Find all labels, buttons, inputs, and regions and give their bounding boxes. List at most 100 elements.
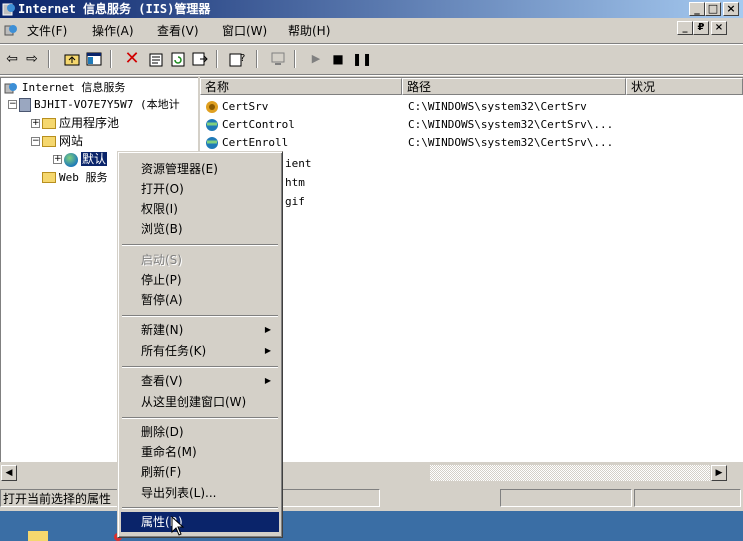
expand-toggle[interactable]: + (31, 119, 40, 128)
maximize-button[interactable]: □ (705, 2, 721, 16)
menu-item-export-list[interactable]: 导出列表(L)... (121, 483, 279, 503)
back-arrow-icon[interactable]: ⇦ (2, 49, 22, 69)
scroll-left-button[interactable]: ◀ (1, 465, 17, 481)
toolbar: ⇦ ⇨ ✕ ? ▶ ■ ❚❚ (0, 45, 743, 73)
menu-separator (122, 315, 278, 317)
toolbar-separator (110, 50, 112, 68)
folder-icon (42, 172, 56, 183)
toolbar-separator (216, 50, 218, 68)
folder-open-icon (42, 136, 56, 147)
scroll-right-button[interactable]: ▶ (711, 465, 727, 481)
toolbar-separator (48, 50, 50, 68)
menu-item-view[interactable]: 查看(V) ▶ (121, 371, 279, 391)
tree-server-node[interactable]: − BJHIT-VO7E7Y5W7 (本地计 (8, 96, 180, 112)
column-header-status[interactable]: 状况 (626, 78, 743, 95)
close-button[interactable]: × (723, 2, 739, 16)
mouse-cursor-icon (171, 516, 185, 536)
tree-web-service-label: Web 服务 (59, 171, 108, 184)
tree-root[interactable]: Internet 信息服务 (4, 79, 125, 95)
menu-item-pause[interactable]: 暂停(A) (121, 290, 279, 310)
list-item-partial[interactable]: ient (285, 155, 312, 173)
menu-file[interactable]: 文件(F) (27, 23, 67, 39)
menu-item-new[interactable]: 新建(N) ▶ (121, 320, 279, 340)
menu-separator (122, 366, 278, 368)
list-item[interactable]: CertEnroll (204, 134, 288, 152)
menu-item-delete[interactable]: 删除(D) (121, 422, 279, 442)
collapse-toggle[interactable]: − (8, 100, 17, 109)
menu-bar: 文件(F) 操作(A) 查看(V) 窗口(W) 帮助(H) _ ₽ × (0, 19, 743, 43)
iis-app-icon (2, 3, 15, 16)
computer-icon[interactable] (268, 49, 288, 69)
website-globe-icon (64, 152, 78, 167)
mdi-restore-button[interactable]: ₽ (693, 21, 709, 35)
menu-item-properties[interactable]: 属性(R) (121, 512, 279, 532)
list-item[interactable]: CertSrv (204, 98, 268, 116)
menu-item-rename[interactable]: 重命名(M) (121, 442, 279, 462)
stop-icon[interactable]: ■ (328, 49, 348, 69)
menu-item-browse[interactable]: 浏览(B) (121, 219, 279, 239)
tree-app-pools-label: 应用程序池 (59, 116, 120, 130)
expand-toggle[interactable]: + (53, 155, 62, 164)
tree-websites[interactable]: − 网站 (31, 133, 83, 149)
menu-view[interactable]: 查看(V) (157, 23, 199, 39)
column-header-path[interactable]: 路径 (402, 78, 626, 95)
status-bar: 打开当前选择的属性 (0, 487, 743, 509)
globe-folder-icon (206, 137, 218, 149)
menu-window[interactable]: 窗口(W) (222, 23, 267, 39)
help-icon[interactable]: ? (228, 49, 248, 69)
export-icon[interactable] (190, 49, 210, 69)
pause-icon[interactable]: ❚❚ (352, 49, 372, 69)
play-icon[interactable]: ▶ (306, 49, 326, 69)
mdi-close-button[interactable]: × (711, 21, 727, 35)
iis-icon (4, 82, 17, 93)
tree-websites-label: 网站 (59, 134, 84, 148)
menu-item-explore[interactable]: 资源管理器(E) (121, 159, 279, 179)
menu-separator (122, 417, 278, 419)
menu-item-permissions[interactable]: 权限(I) (121, 199, 279, 219)
menu-separator (122, 244, 278, 246)
mdi-minimize-button[interactable]: _ (677, 21, 693, 35)
delete-x-icon[interactable]: ✕ (122, 49, 142, 69)
iis-manager-window: Internet 信息服务 (IIS)管理器 _ □ × 文件(F) 操作(A)… (0, 0, 743, 541)
horizontal-scrollbar[interactable]: ◀ ▶ (0, 465, 743, 483)
svg-text:?: ? (240, 53, 245, 64)
menu-item-all-tasks[interactable]: 所有任务(K) ▶ (121, 341, 279, 361)
app-icon (206, 101, 218, 113)
forward-arrow-icon[interactable]: ⇨ (22, 49, 42, 69)
tree-app-pools[interactable]: + 应用程序池 (31, 115, 119, 131)
desktop-background (0, 511, 743, 541)
status-panel-3 (634, 489, 741, 507)
tree-default-site[interactable]: + 默认 (53, 151, 108, 167)
column-header-name[interactable]: 名称 (200, 78, 402, 95)
refresh-icon[interactable] (168, 49, 188, 69)
up-folder-icon[interactable] (62, 49, 82, 69)
globe-folder-icon (206, 119, 218, 131)
menu-action[interactable]: 操作(A) (92, 23, 134, 39)
submenu-arrow-icon: ▶ (264, 346, 271, 355)
menu-item-new-window[interactable]: 从这里创建窗口(W) (121, 392, 279, 412)
collapse-toggle[interactable]: − (31, 137, 40, 146)
list-item-partial[interactable]: gif (285, 193, 305, 211)
menu-separator (122, 507, 278, 509)
title-bar[interactable]: Internet 信息服务 (IIS)管理器 _ □ × (0, 0, 743, 18)
tree-server-label: BJHIT-VO7E7Y5W7 (本地计 (34, 98, 180, 111)
properties-icon[interactable] (146, 49, 166, 69)
list-item-partial[interactable]: htm (285, 174, 305, 192)
tree-web-service[interactable]: Web 服务 (31, 169, 108, 185)
show-tree-icon[interactable] (84, 49, 104, 69)
toolbar-divider (0, 74, 743, 76)
server-icon (19, 97, 31, 112)
scroll-track[interactable] (430, 465, 710, 481)
tree-default-site-label: 默认 (81, 152, 108, 166)
console-icon (4, 25, 17, 36)
minimize-button[interactable]: _ (689, 2, 705, 16)
desktop-folder-icon[interactable] (26, 527, 50, 541)
list-item[interactable]: CertControl (204, 116, 295, 134)
menu-help[interactable]: 帮助(H) (288, 23, 330, 39)
list-item-path: C:\WINDOWS\system32\CertSrv\... (408, 136, 614, 149)
menu-item-open[interactable]: 打开(O) (121, 179, 279, 199)
submenu-arrow-icon: ▶ (264, 376, 271, 385)
menu-item-refresh[interactable]: 刷新(F) (121, 462, 279, 482)
menu-item-stop[interactable]: 停止(P) (121, 270, 279, 290)
tree-root-label: Internet 信息服务 (21, 81, 126, 94)
